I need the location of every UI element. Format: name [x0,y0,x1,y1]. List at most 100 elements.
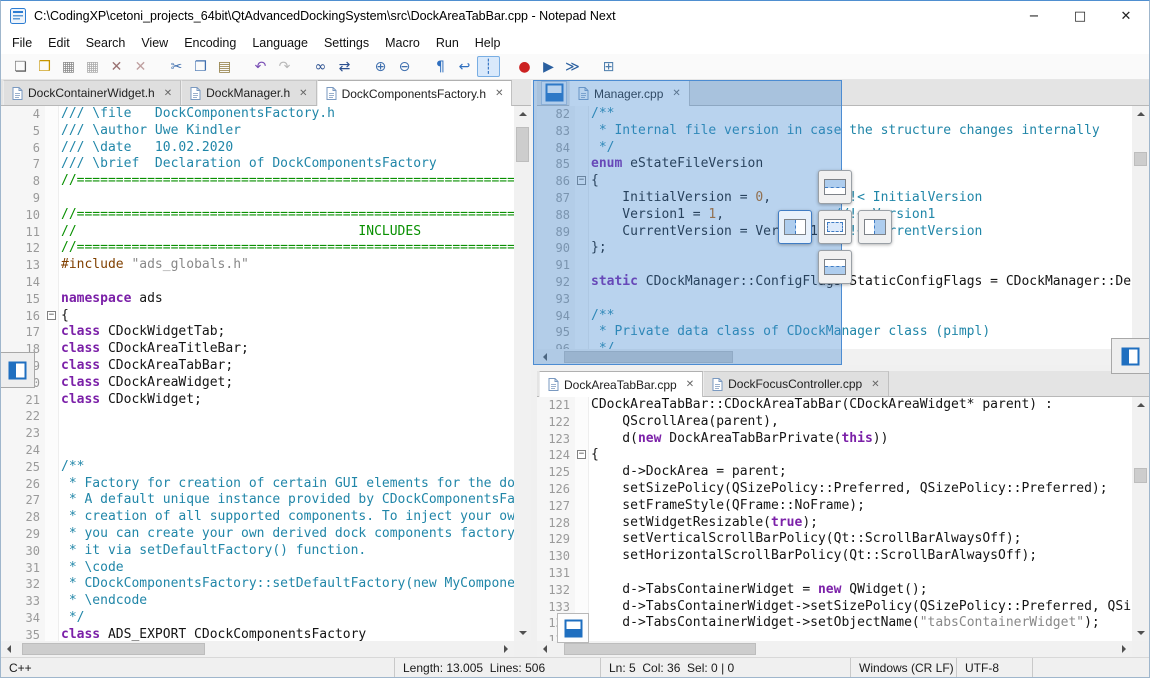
tab-close-icon[interactable]: ✕ [495,88,503,99]
save-all-button[interactable]: ▦ [81,56,104,77]
tab-close-icon[interactable]: ✕ [871,379,879,390]
copy-icon: ❐ [194,60,207,74]
fold-marker-icon[interactable]: − [47,311,56,320]
close-button[interactable]: ✕ [1103,1,1149,31]
zoom-in-button[interactable]: ⊕ [369,56,392,77]
minimize-button[interactable]: − [1011,1,1057,31]
scrollbar-track[interactable] [1132,413,1149,625]
code-line-12: 12//====================================… [1,240,514,257]
scroll-right-arrow-icon[interactable] [498,641,514,657]
code-line-27: 27 * A default unique instance provided … [1,492,514,509]
drop-indicator-center-icon[interactable] [818,210,852,244]
tab-label: DockFocusController.cpp [728,377,862,391]
status-language[interactable]: C++ [1,658,395,678]
scroll-up-arrow-icon[interactable] [1132,106,1149,122]
tab-close-icon[interactable]: ✕ [299,88,307,99]
cut-button[interactable]: ✂ [165,56,188,77]
scroll-up-arrow-icon[interactable] [1132,397,1149,413]
tab-label: DockComponentsFactory.h [342,87,487,101]
menu-settings[interactable]: Settings [316,34,377,52]
scroll-down-arrow-icon[interactable] [514,625,531,641]
save-button[interactable]: ▦ [57,56,80,77]
drop-indicator-left-icon[interactable] [778,210,812,244]
record-macro-button[interactable]: ● [513,56,536,77]
tab-close-icon[interactable]: ✕ [686,379,694,390]
bottom-right-editor[interactable]: 121CDockAreaTabBar::CDockAreaTabBar(CDoc… [537,397,1132,641]
scrollbar-thumb[interactable] [22,643,205,655]
menu-language[interactable]: Language [244,34,316,52]
scrollbar-track[interactable] [553,641,1116,657]
menu-help[interactable]: Help [467,34,509,52]
drop-indicator-right-icon[interactable] [858,210,892,244]
bottom-right-editor-vscrollbar[interactable] [1132,397,1149,641]
status-eol-format[interactable]: Windows (CR LF) [851,658,957,678]
playback-macro-button[interactable]: ▶ [537,56,560,77]
auto-hide-tab-bottom[interactable] [557,613,589,643]
maximize-button[interactable]: □ [1057,1,1103,31]
playback-macro-icon: ▶ [543,60,554,74]
drop-indicator-bottom-icon[interactable] [818,250,852,284]
scrollbar-track[interactable] [514,122,531,625]
status-cursor-position: Ln: 5 Col: 36 Sel: 0 | 0 [601,658,851,678]
scroll-down-arrow-icon[interactable] [1132,625,1149,641]
left-editor-hscrollbar[interactable] [1,641,514,657]
tab-DockComponentsFactory.h[interactable]: DockComponentsFactory.h ✕ [317,80,513,106]
replace-button[interactable]: ⇄ [333,56,356,77]
code-line-35: 35class ADS_EXPORT CDockComponentsFactor… [1,627,514,641]
zoom-out-button[interactable]: ⊖ [393,56,416,77]
undo-button[interactable]: ↶ [249,56,272,77]
menu-file[interactable]: File [4,34,40,52]
bottom-right-editor-hscrollbar[interactable] [537,641,1132,657]
code-line-4: 4/// \file DockComponentsFactory.h [1,106,514,123]
scroll-right-arrow-icon[interactable] [1116,641,1132,657]
auto-hide-tab-right[interactable] [1111,338,1149,374]
code-line-23: 23 [1,425,514,442]
redo-button[interactable]: ↷ [273,56,296,77]
new-file-button[interactable]: ❏ [9,56,32,77]
run-macro-multiple-button[interactable]: ≫ [561,56,584,77]
scrollbar-thumb[interactable] [564,643,755,655]
copy-button[interactable]: ❐ [189,56,212,77]
tab-DockFocusController.cpp[interactable]: DockFocusController.cpp ✕ [703,371,888,396]
code-line-123: 123 d(new DockAreaTabBarPrivate(this)) [537,431,1132,448]
code-line-32: 32 * CDockComponentsFactory::setDefaultF… [1,576,514,593]
tab-DockContainerWidget.h[interactable]: DockContainerWidget.h✕ [3,80,181,105]
tab-DockManager.h[interactable]: DockManager.h✕ [181,80,316,105]
scrollbar-thumb[interactable] [1134,152,1147,167]
tab-close-icon[interactable]: ✕ [164,88,172,99]
code-line-8: 8//=====================================… [1,173,514,190]
scrollbar-thumb[interactable] [1134,468,1147,483]
menu-encoding[interactable]: Encoding [176,34,244,52]
open-folder-button[interactable]: ❒ [33,56,56,77]
restore-window-button[interactable]: ⊞ [597,56,620,77]
menu-view[interactable]: View [133,34,176,52]
menu-edit[interactable]: Edit [40,34,78,52]
paste-button[interactable]: ▤ [213,56,236,77]
status-filler [1033,658,1149,678]
close-button[interactable]: ✕ [105,56,128,77]
find-button[interactable]: ∞ [309,56,332,77]
top-right-editor-vscrollbar[interactable] [1132,106,1149,349]
show-all-chars-button[interactable]: ¶ [429,56,452,77]
scroll-up-arrow-icon[interactable] [514,106,531,122]
tab-label: DockAreaTabBar.cpp [564,378,677,392]
fold-marker-icon[interactable]: − [577,450,586,459]
scrollbar-track[interactable] [1132,122,1149,333]
left-editor[interactable]: 4/// \file DockComponentsFactory.h5/// \… [1,106,514,641]
scrollbar-track[interactable] [17,641,498,657]
auto-hide-tab-left[interactable] [1,352,35,388]
left-editor-vscrollbar[interactable] [514,106,531,641]
indent-guide-button[interactable]: ┊ [477,56,500,77]
menu-macro[interactable]: Macro [377,34,428,52]
tab-DockAreaTabBar.cpp[interactable]: DockAreaTabBar.cpp ✕ [539,371,703,397]
code-line-127: 127 setFrameStyle(QFrame::NoFrame); [537,498,1132,515]
status-encoding[interactable]: UTF-8 [957,658,1033,678]
menu-search[interactable]: Search [78,34,134,52]
menu-run[interactable]: Run [428,34,467,52]
scrollbar-thumb[interactable] [516,127,529,162]
close-all-button[interactable]: ✕ [129,56,152,77]
drop-indicator-top-icon[interactable] [818,170,852,204]
scroll-left-arrow-icon[interactable] [537,641,553,657]
scroll-left-arrow-icon[interactable] [1,641,17,657]
word-wrap-button[interactable]: ↩ [453,56,476,77]
